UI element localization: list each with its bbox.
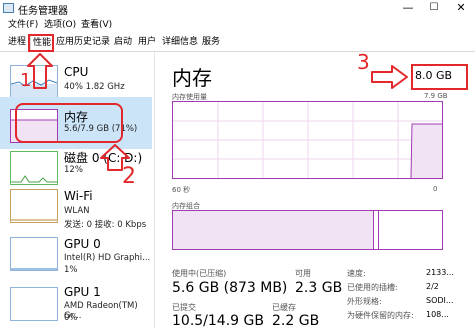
annotation-arrows — [27, 53, 408, 171]
arrow-up-icon — [100, 144, 130, 171]
arrow-right-icon — [371, 65, 408, 89]
arrow-up-icon — [27, 53, 53, 89]
